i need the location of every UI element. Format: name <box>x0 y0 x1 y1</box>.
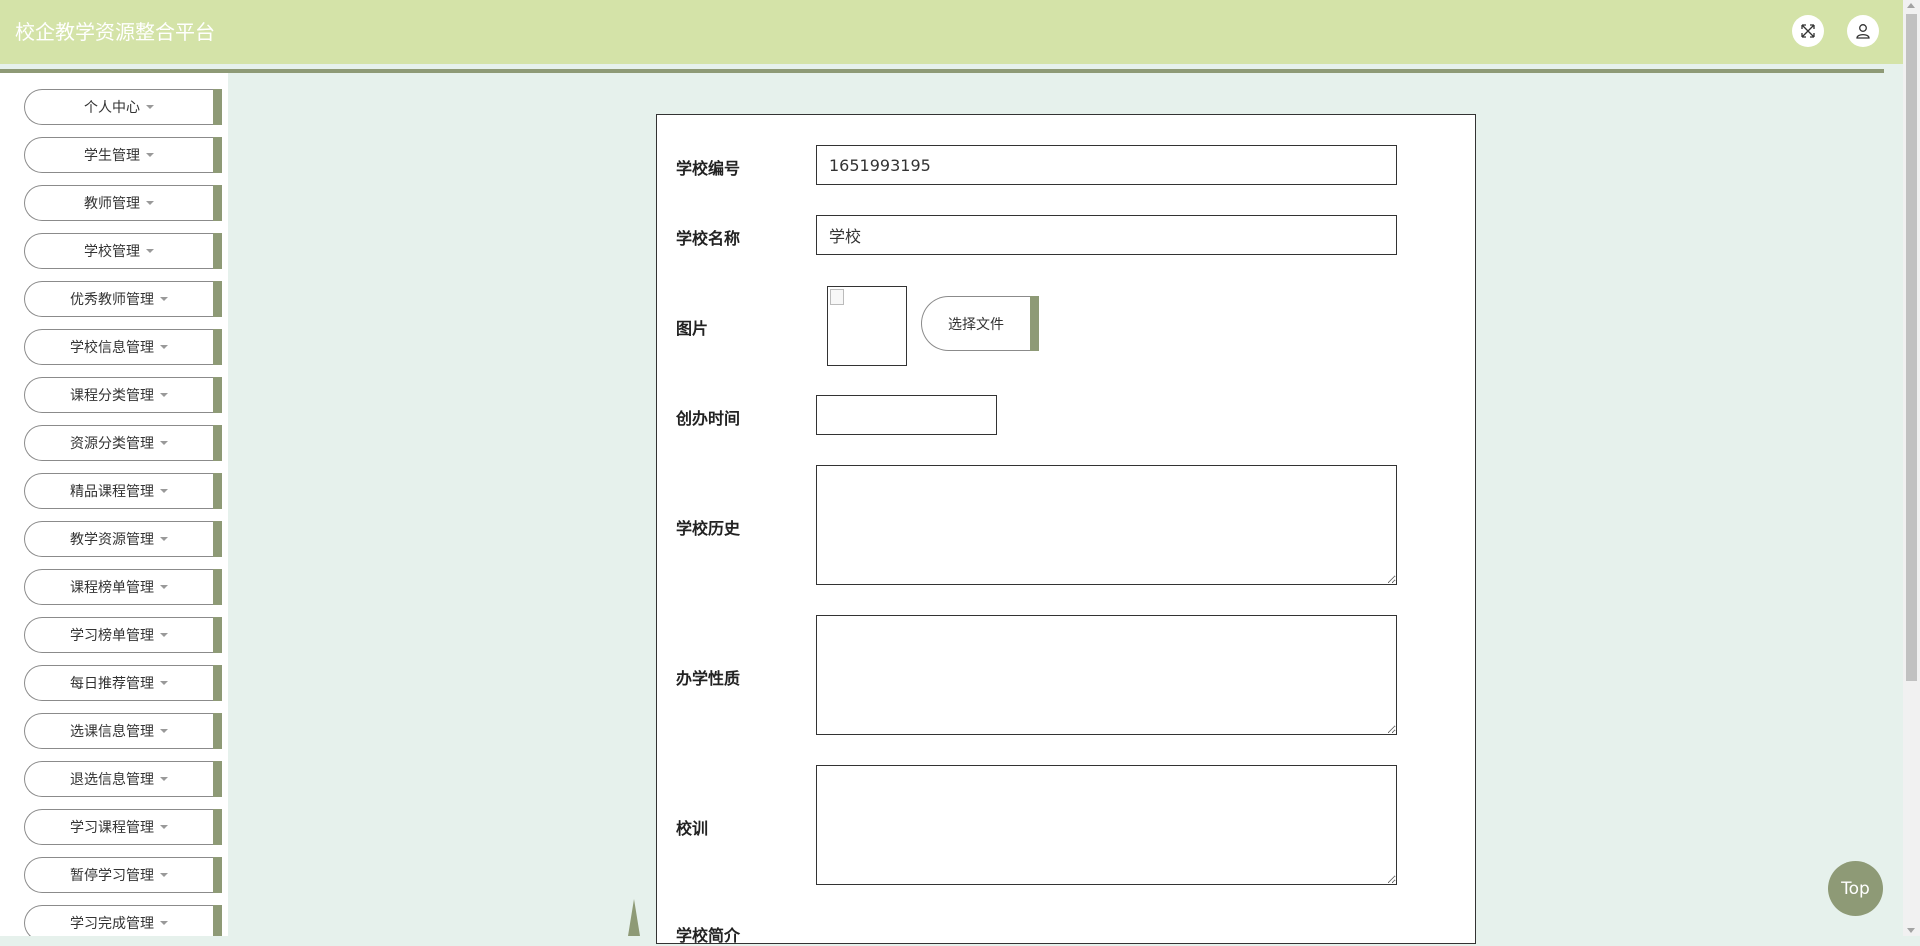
school-form: 学校编号 学校名称 图片 选择文件 创办时间 学校历史 办学性质 校训 学校简介 <box>656 114 1476 945</box>
founded-date-input[interactable] <box>816 395 997 435</box>
chevron-down-icon <box>160 873 168 877</box>
decorative-shape <box>628 899 640 936</box>
sidebar-item-label: 选课信息管理 <box>70 724 154 740</box>
sidebar-item-learning-completed[interactable]: 学习完成管理 <box>24 905 222 936</box>
school-id-label: 学校编号 <box>676 159 741 178</box>
sidebar-item-course-categories[interactable]: 课程分类管理 <box>24 377 222 413</box>
founded-date-label: 创办时间 <box>676 409 741 428</box>
sidebar-item-course-withdrawal[interactable]: 退选信息管理 <box>24 761 222 797</box>
chevron-down-icon <box>160 345 168 349</box>
choose-file-button[interactable]: 选择文件 <box>921 296 1039 351</box>
chevron-down-icon <box>146 105 154 109</box>
broken-image-icon <box>830 289 844 305</box>
choose-file-label: 选择文件 <box>948 316 1004 333</box>
sidebar-item-label: 资源分类管理 <box>70 436 154 452</box>
scroll-down-icon[interactable] <box>1907 928 1915 933</box>
chevron-down-icon <box>160 681 168 685</box>
school-motto-textarea[interactable] <box>816 765 1397 885</box>
school-motto-label: 校训 <box>676 819 709 838</box>
sidebar-item-label: 教学资源管理 <box>70 532 154 548</box>
scrollbar-thumb[interactable] <box>1906 14 1917 681</box>
sidebar-item-label: 学校信息管理 <box>70 340 154 356</box>
school-name-label: 学校名称 <box>676 229 741 248</box>
chevron-down-icon <box>160 921 168 925</box>
sidebar-item-course-rankings[interactable]: 课程榜单管理 <box>24 569 222 605</box>
school-history-label: 学校历史 <box>676 519 741 538</box>
sidebar-item-label: 学生管理 <box>84 148 140 164</box>
sidebar-item-daily-recommendations[interactable]: 每日推荐管理 <box>24 665 222 701</box>
sidebar-item-label: 精品课程管理 <box>70 484 154 500</box>
sidebar-item-label: 课程榜单管理 <box>70 580 154 596</box>
sidebar-item-label: 学校管理 <box>84 244 140 260</box>
sidebar-item-schools[interactable]: 学校管理 <box>24 233 222 269</box>
back-to-top-label: Top <box>1841 878 1870 899</box>
chevron-down-icon <box>160 633 168 637</box>
sidebar-item-label: 优秀教师管理 <box>70 292 154 308</box>
app-title: 校企教学资源整合平台 <box>15 20 215 44</box>
fullscreen-button[interactable] <box>1792 15 1824 47</box>
sidebar-item-learning-courses[interactable]: 学习课程管理 <box>24 809 222 845</box>
school-id-input[interactable] <box>816 145 1397 185</box>
sidebar-item-label: 每日推荐管理 <box>70 676 154 692</box>
sidebar-item-school-info[interactable]: 学校信息管理 <box>24 329 222 365</box>
sidebar-item-learning-rankings[interactable]: 学习榜单管理 <box>24 617 222 653</box>
sidebar-item-paused-learning[interactable]: 暂停学习管理 <box>24 857 222 893</box>
sidebar-item-students[interactable]: 学生管理 <box>24 137 222 173</box>
sidebar-item-label: 退选信息管理 <box>70 772 154 788</box>
school-name-input[interactable] <box>816 215 1397 255</box>
sidebar-item-label: 课程分类管理 <box>70 388 154 404</box>
chevron-down-icon <box>160 441 168 445</box>
chevron-down-icon <box>160 537 168 541</box>
school-nature-textarea[interactable] <box>816 615 1397 735</box>
sidebar-item-label: 学习榜单管理 <box>70 628 154 644</box>
sidebar-item-label: 学习完成管理 <box>70 916 154 932</box>
sidebar-item-label: 学习课程管理 <box>70 820 154 836</box>
chevron-down-icon <box>160 777 168 781</box>
chevron-down-icon <box>160 825 168 829</box>
school-intro-label: 学校简介 <box>676 926 741 945</box>
sidebar-item-label: 教师管理 <box>84 196 140 212</box>
image-label: 图片 <box>676 319 709 338</box>
school-history-textarea[interactable] <box>816 465 1397 585</box>
sidebar-item-resource-categories[interactable]: 资源分类管理 <box>24 425 222 461</box>
school-nature-label: 办学性质 <box>676 669 741 688</box>
user-icon <box>1856 24 1870 39</box>
sidebar-item-course-selection[interactable]: 选课信息管理 <box>24 713 222 749</box>
header-divider <box>0 69 1884 73</box>
sidebar-item-teaching-resources[interactable]: 教学资源管理 <box>24 521 222 557</box>
scroll-up-icon[interactable] <box>1907 3 1915 8</box>
sidebar: 个人中心 学生管理 教师管理 学校管理 优秀教师管理 学校信息管理 课程分类管理… <box>0 73 228 936</box>
chevron-down-icon <box>146 201 154 205</box>
user-button[interactable] <box>1847 15 1879 47</box>
chevron-down-icon <box>160 297 168 301</box>
chevron-down-icon <box>160 393 168 397</box>
fullscreen-icon <box>1801 24 1815 38</box>
sidebar-item-personal-center[interactable]: 个人中心 <box>24 89 222 125</box>
page-scrollbar[interactable] <box>1903 0 1920 936</box>
chevron-down-icon <box>146 249 154 253</box>
sidebar-item-teachers[interactable]: 教师管理 <box>24 185 222 221</box>
sidebar-item-excellent-teachers[interactable]: 优秀教师管理 <box>24 281 222 317</box>
chevron-down-icon <box>160 729 168 733</box>
image-preview <box>827 286 907 366</box>
chevron-down-icon <box>160 489 168 493</box>
chevron-down-icon <box>146 153 154 157</box>
sidebar-item-label: 暂停学习管理 <box>70 868 154 884</box>
sidebar-item-label: 个人中心 <box>84 100 140 116</box>
chevron-down-icon <box>160 585 168 589</box>
top-bar: 校企教学资源整合平台 <box>0 0 1903 64</box>
sidebar-item-featured-courses[interactable]: 精品课程管理 <box>24 473 222 509</box>
back-to-top-button[interactable]: Top <box>1828 861 1883 916</box>
